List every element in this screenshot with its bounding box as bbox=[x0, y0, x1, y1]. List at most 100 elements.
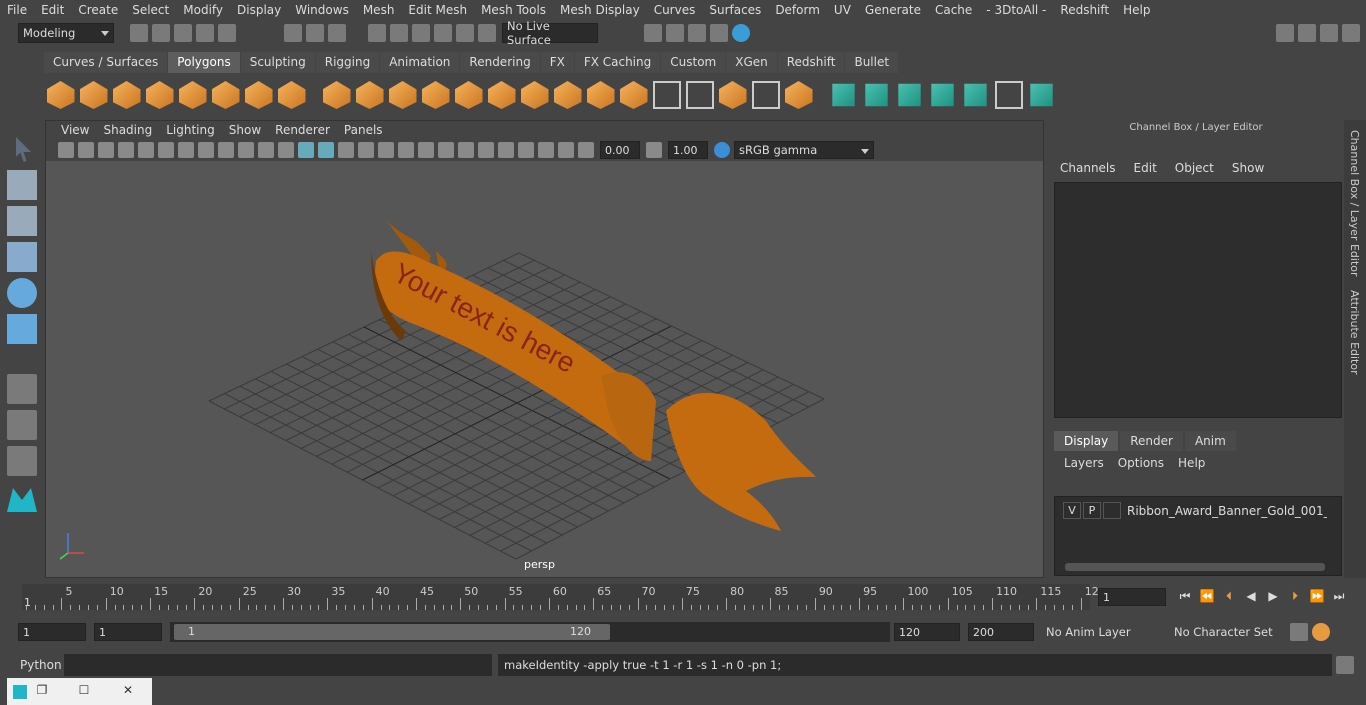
uv-cut-icon[interactable] bbox=[931, 83, 954, 107]
playback-end-field[interactable]: 120 bbox=[894, 623, 960, 641]
step-forward-icon[interactable]: ⏩ bbox=[1308, 589, 1326, 607]
menu-item[interactable]: Surfaces bbox=[702, 3, 768, 17]
poly-cone-icon[interactable] bbox=[145, 81, 174, 109]
anim-layer-dropdown[interactable]: No Anim Layer bbox=[1042, 622, 1162, 642]
menu-item[interactable]: Deform bbox=[768, 3, 827, 17]
play-forwards-icon[interactable]: ▶ bbox=[1264, 589, 1282, 607]
select-component-icon[interactable] bbox=[328, 24, 346, 42]
color-management-icon[interactable] bbox=[714, 142, 730, 158]
channel-box-menu-item[interactable]: Channels bbox=[1060, 161, 1116, 175]
start-time-field[interactable]: 1 bbox=[18, 623, 86, 641]
end-time-field[interactable]: 200 bbox=[968, 623, 1034, 641]
move-tool-icon[interactable] bbox=[7, 242, 37, 272]
viewport-menu-item[interactable]: View bbox=[54, 123, 96, 137]
layer-scrollbar[interactable] bbox=[1065, 563, 1325, 571]
menu-item[interactable]: Mesh Tools bbox=[474, 3, 553, 17]
playback-start-field[interactable]: 1 bbox=[94, 623, 162, 641]
shelf-tab[interactable]: Polygons bbox=[168, 52, 240, 73]
uv-editor-icon[interactable] bbox=[832, 83, 855, 107]
menu-item[interactable]: Create bbox=[71, 3, 125, 17]
layer-name[interactable]: Ribbon_Award_Banner_Gold_001_lay bbox=[1127, 504, 1327, 518]
bridge-icon[interactable] bbox=[520, 81, 549, 109]
channel-box-icon[interactable] bbox=[1342, 24, 1360, 42]
viewport-menu-item[interactable]: Renderer bbox=[268, 123, 337, 137]
camera-select-icon[interactable] bbox=[58, 142, 74, 158]
time-ruler[interactable]: 5 10 15 20 25 30 35 40 45 50 55 60 65 70 75 80 85 90 95 100… bbox=[22, 584, 1099, 610]
fill-hole-icon[interactable] bbox=[652, 81, 681, 109]
menu-item[interactable]: Cache bbox=[928, 3, 979, 17]
attribute-editor-icon[interactable] bbox=[1320, 24, 1338, 42]
layout-four-icon[interactable] bbox=[7, 410, 37, 440]
step-forward-key-icon[interactable]: ⏵ bbox=[1286, 589, 1304, 607]
snap-grid-icon[interactable] bbox=[368, 24, 386, 42]
ambient-occlusion-icon[interactable] bbox=[438, 142, 454, 158]
menu-item[interactable]: Generate bbox=[858, 3, 928, 17]
menu-item[interactable]: Mesh bbox=[356, 3, 402, 17]
lasso-tool-icon[interactable] bbox=[7, 170, 37, 200]
camera-attributes-icon[interactable] bbox=[78, 142, 94, 158]
range-handle[interactable] bbox=[174, 624, 610, 640]
xray-icon[interactable] bbox=[378, 142, 394, 158]
uv-cylindrical-icon[interactable] bbox=[865, 83, 888, 107]
menu-item[interactable]: - 3DtoAll - bbox=[979, 3, 1053, 17]
frame-selected-icon[interactable] bbox=[538, 142, 554, 158]
gamma-field[interactable]: 1.00 bbox=[668, 141, 708, 159]
film-gate-icon[interactable] bbox=[178, 142, 194, 158]
last-tool-icon[interactable] bbox=[7, 374, 37, 404]
side-tab-attribute-editor[interactable]: Attribute Editor bbox=[1348, 290, 1361, 375]
grid-toggle-icon[interactable] bbox=[158, 142, 174, 158]
play-backwards-icon[interactable]: ◀ bbox=[1242, 589, 1260, 607]
poly-pipe-icon[interactable] bbox=[277, 81, 306, 109]
menu-item[interactable]: Windows bbox=[288, 3, 356, 17]
uv-spherical-icon[interactable] bbox=[898, 83, 921, 107]
ipr-render-icon[interactable] bbox=[688, 24, 706, 42]
current-frame-field[interactable]: 1 bbox=[1098, 588, 1166, 606]
restore-icon[interactable]: ❐ bbox=[33, 683, 51, 701]
character-set-dropdown[interactable]: No Character Set bbox=[1170, 622, 1288, 642]
menu-item[interactable]: Edit Mesh bbox=[401, 3, 474, 17]
save-scene-icon[interactable] bbox=[174, 24, 192, 42]
magnet-icon[interactable] bbox=[478, 24, 496, 42]
menu-item[interactable]: Help bbox=[1116, 3, 1157, 17]
shelf-tab[interactable]: Animation bbox=[380, 52, 460, 73]
append-icon[interactable] bbox=[619, 81, 648, 109]
uv-unfold-icon[interactable] bbox=[1030, 83, 1053, 107]
frame-all-icon[interactable] bbox=[518, 142, 534, 158]
scale-tool-icon[interactable] bbox=[7, 314, 37, 344]
live-surface-field[interactable]: No Live Surface bbox=[502, 19, 598, 47]
go-to-start-icon[interactable]: ⏮ bbox=[1176, 589, 1194, 607]
isolate-select-icon[interactable] bbox=[498, 142, 514, 158]
layer-menu-item[interactable]: Help bbox=[1178, 456, 1205, 470]
undo-icon[interactable] bbox=[196, 24, 214, 42]
viewport-menu-item[interactable]: Panels bbox=[337, 123, 390, 137]
gate-mask-icon[interactable] bbox=[218, 142, 234, 158]
render-current-icon[interactable] bbox=[666, 24, 684, 42]
shelf-tab[interactable]: Redshift bbox=[777, 52, 845, 73]
wireframe-icon[interactable] bbox=[298, 142, 314, 158]
field-chart-icon[interactable] bbox=[238, 142, 254, 158]
layer-tab[interactable]: Render bbox=[1120, 431, 1183, 451]
auto-key-icon[interactable] bbox=[1312, 623, 1330, 641]
poly-cube-icon[interactable] bbox=[79, 81, 108, 109]
viewport-menu-item[interactable]: Shading bbox=[96, 123, 159, 137]
range-bar[interactable]: 1 120 bbox=[170, 622, 890, 642]
layer-menu-item[interactable]: Options bbox=[1118, 456, 1164, 470]
textured-icon[interactable] bbox=[358, 142, 374, 158]
mode-dropdown[interactable]: Modeling bbox=[18, 23, 114, 43]
layer-playback-toggle[interactable]: P bbox=[1083, 502, 1101, 519]
shelf-tab[interactable]: Sculpting bbox=[240, 52, 315, 73]
command-input[interactable] bbox=[64, 654, 492, 676]
multi-cut-icon[interactable] bbox=[553, 81, 582, 109]
lights-icon[interactable] bbox=[398, 142, 414, 158]
shelf-tab[interactable]: Rendering bbox=[460, 52, 540, 73]
layer-tab[interactable]: Display bbox=[1054, 431, 1119, 451]
layer-menu-item[interactable]: Layers bbox=[1064, 456, 1104, 470]
smooth-shade-icon[interactable] bbox=[318, 142, 334, 158]
uv-sew-icon[interactable] bbox=[964, 83, 987, 107]
image-plane-icon[interactable] bbox=[118, 142, 134, 158]
anim-prefs-icon[interactable] bbox=[1290, 623, 1308, 641]
menu-item[interactable]: Select bbox=[125, 3, 176, 17]
hypershade-icon[interactable] bbox=[732, 24, 750, 42]
time-slider[interactable]: 5 10 15 20 25 30 35 40 45 50 55 60 65 70 75 80 85 90 95 100… bbox=[0, 580, 1366, 612]
resolution-gate-icon[interactable] bbox=[198, 142, 214, 158]
